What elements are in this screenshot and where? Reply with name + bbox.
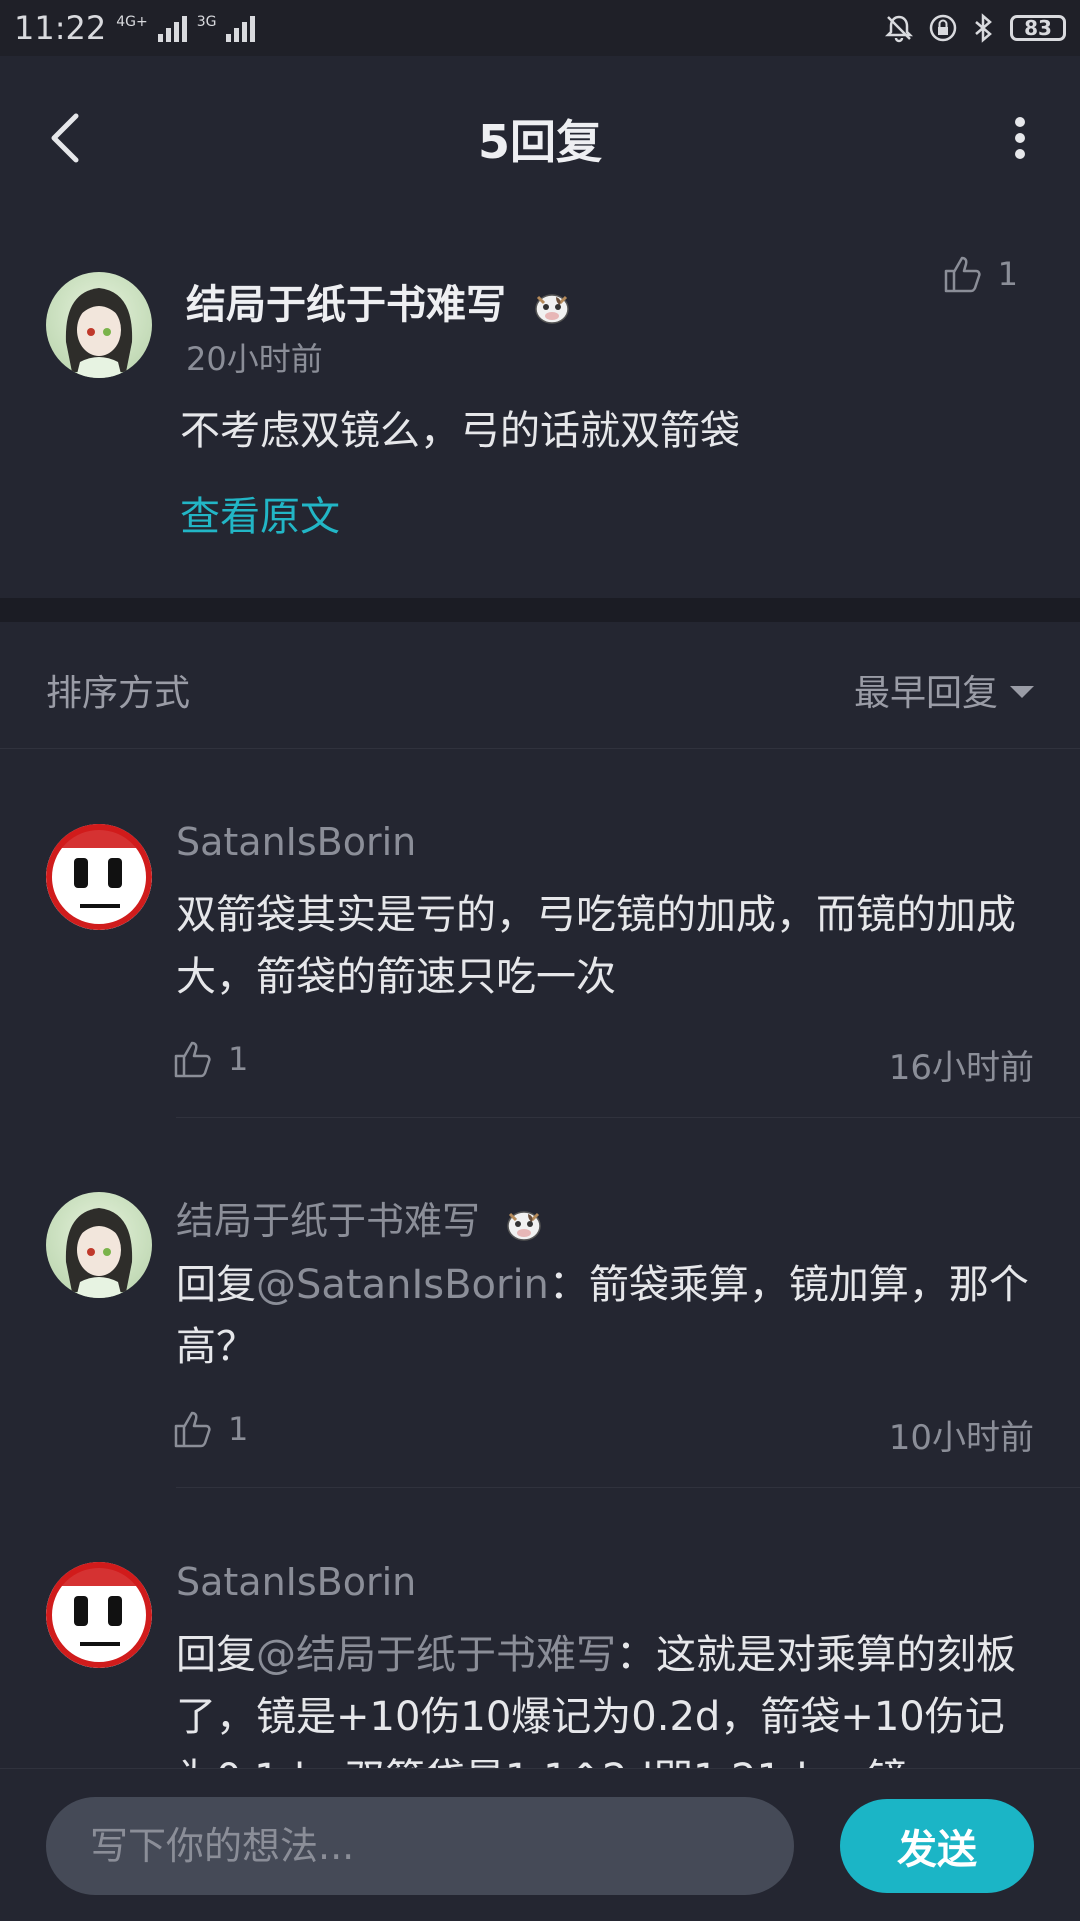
reply-like-count: 1	[228, 1410, 249, 1448]
reply-prefix: 回复	[176, 1632, 256, 1678]
post-content: 不考虑双镜么，弓的话就双箭袋	[180, 408, 740, 454]
reply-text: 双箭袋其实是亏的，弓吃镜的加成，而镜的加成大，箭袋的箭速只吃一次	[176, 892, 1016, 1000]
status-time: 11:22	[14, 9, 107, 47]
status-bar: 11:22 4G+ 3G 83	[0, 0, 1080, 56]
sort-row: 排序方式 最早回复	[0, 622, 1080, 749]
comment-bar: 发送	[0, 1768, 1080, 1921]
cow-badge-icon	[535, 294, 569, 324]
reply-time: 10小时前	[888, 1418, 1034, 1458]
signal-icon-secondary	[226, 14, 256, 42]
network-type-secondary: 3G	[196, 14, 217, 30]
bluetooth-icon	[975, 13, 992, 43]
thumbs-up-icon	[174, 1041, 211, 1078]
reply-like-button[interactable]: 1	[172, 1038, 248, 1080]
pixel-face-avatar-icon	[46, 1562, 152, 1668]
avatar[interactable]	[46, 1192, 152, 1298]
bell-muted-icon	[884, 15, 914, 43]
pixel-face-avatar-icon	[46, 824, 152, 930]
reply-time: 16小时前	[888, 1048, 1034, 1088]
reply-like-count: 1	[228, 1040, 249, 1078]
battery-icon: 83	[1010, 15, 1066, 41]
caret-down-icon	[1010, 686, 1034, 698]
mention-link[interactable]: @结局于纸于书难写	[256, 1632, 616, 1678]
reply-item: SatanIsBorin 回复@结局于纸于书难写：这就是对乘算的刻板了，镜是+1…	[0, 1488, 1080, 1768]
header: 5回复	[0, 56, 1080, 223]
signal-icon	[157, 14, 187, 42]
avatar[interactable]	[46, 272, 152, 378]
reply-author[interactable]: SatanIsBorin	[176, 1560, 416, 1604]
reply-item: 结局于纸于书难写 回复@SatanIsBorin：箭袋乘算，镜加算，那个高？ 1…	[0, 1118, 1080, 1488]
network-type-primary: 4G+	[116, 14, 148, 30]
mention-link[interactable]: @SatanIsBorin	[256, 1262, 549, 1308]
comment-input[interactable]	[46, 1797, 794, 1895]
post-author[interactable]: 结局于纸于书难写	[186, 272, 574, 330]
anime-girl-avatar-icon	[65, 1208, 133, 1298]
reply-author-name: 结局于纸于书难写	[176, 1199, 481, 1243]
avatar[interactable]	[46, 824, 152, 930]
more-options-icon[interactable]	[990, 108, 1050, 168]
reply-like-button[interactable]: 1	[172, 1408, 248, 1450]
reply-item: SatanIsBorin 双箭袋其实是亏的，弓吃镜的加成，而镜的加成大，箭袋的箭…	[0, 748, 1080, 1118]
post-like-button[interactable]: 1	[942, 244, 1018, 304]
thumbs-up-icon	[944, 256, 981, 293]
section-divider	[0, 598, 1080, 622]
thumbs-up-icon	[174, 1411, 211, 1448]
avatar[interactable]	[46, 1562, 152, 1668]
anime-girl-avatar-icon	[65, 288, 133, 378]
reply-author[interactable]: SatanIsBorin	[176, 820, 416, 864]
original-post: 结局于纸于书难写 20小时前 不考虑双镜么，弓的话就双箭袋 查看原文 1	[0, 222, 1080, 598]
reply-text: 回复@SatanIsBorin：箭袋乘算，镜加算，那个高？	[176, 1254, 1036, 1378]
reply-text: 回复@结局于纸于书难写：这就是对乘算的刻板了，镜是+10伤10爆记为0.2d，箭…	[176, 1624, 1036, 1768]
reply-author[interactable]: 结局于纸于书难写	[176, 1190, 546, 1246]
view-original-link[interactable]: 查看原文	[180, 484, 340, 542]
reply-prefix: 回复	[176, 1262, 256, 1308]
page-title: 5回复	[477, 115, 602, 169]
sort-label: 排序方式	[46, 673, 191, 714]
sort-value: 最早回复	[853, 673, 998, 714]
send-button[interactable]: 发送	[840, 1799, 1034, 1893]
back-arrow-icon[interactable]	[38, 108, 98, 168]
post-time: 20小时前	[186, 340, 323, 378]
post-like-count: 1	[997, 255, 1018, 293]
cow-badge-icon	[507, 1210, 541, 1241]
post-author-name: 结局于纸于书难写	[186, 282, 506, 328]
lock-rotation-icon	[929, 14, 957, 42]
sort-dropdown[interactable]: 最早回复	[854, 664, 1034, 716]
